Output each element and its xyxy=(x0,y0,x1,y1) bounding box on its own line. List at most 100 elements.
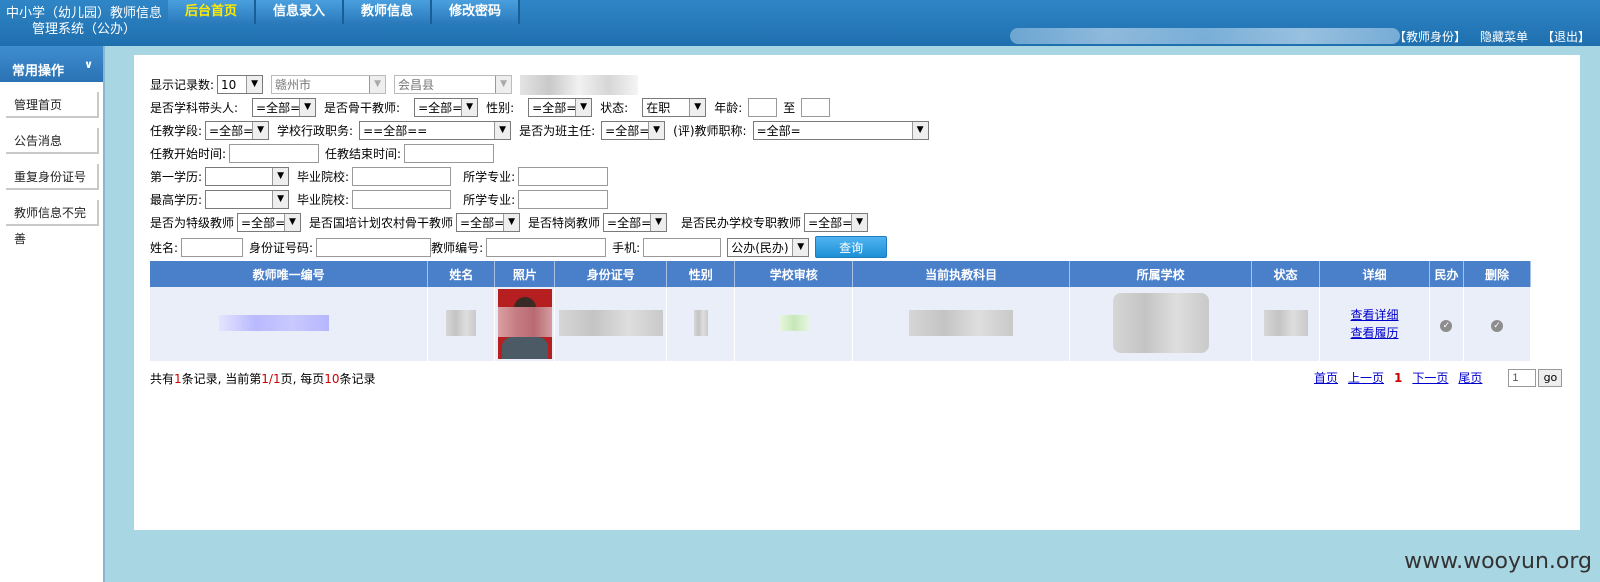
cell-school xyxy=(1069,287,1253,361)
next-page-link[interactable]: 下一页 xyxy=(1412,370,1448,386)
redacted-town-select xyxy=(520,74,639,95)
redacted-id-number xyxy=(558,309,663,336)
cell-subject xyxy=(852,287,1071,361)
first-page-link[interactable]: 首页 xyxy=(1314,370,1338,386)
gender-select[interactable]: =全部= ▼ xyxy=(528,98,593,117)
set-private-icon[interactable]: ✓ xyxy=(1440,319,1453,332)
cell-school-review xyxy=(734,287,854,361)
end-time-label: 任教结束时间: xyxy=(325,147,402,161)
teacher-identity-link[interactable]: 【教师身份】 xyxy=(1394,28,1466,45)
summary-page: 1/1 xyxy=(261,372,281,386)
app-logo: 中小学（幼儿园）教师信息 管理系统（公办） xyxy=(0,0,168,46)
stage-select[interactable]: =全部= ▼ xyxy=(205,121,270,140)
first-major-input[interactable] xyxy=(518,167,609,186)
col-subject: 当前执教科目 xyxy=(852,261,1071,287)
view-history-link[interactable]: 查看履历 xyxy=(1320,324,1429,342)
redacted-teacher-id xyxy=(218,314,329,331)
tab-home[interactable]: 后台首页 xyxy=(168,0,256,24)
special-teacher-select[interactable]: =全部= ▼ xyxy=(237,213,302,232)
show-count-select[interactable]: 10 ▼ xyxy=(217,75,264,94)
main-nav: 后台首页 信息录入 教师信息 修改密码 xyxy=(168,0,520,24)
teacher-no-input[interactable] xyxy=(486,237,607,257)
delete-icon[interactable]: ✓ xyxy=(1490,319,1503,332)
end-time-input[interactable] xyxy=(404,144,495,163)
first-major-label: 所学专业: xyxy=(463,170,516,184)
tab-change-password[interactable]: 修改密码 xyxy=(432,0,520,24)
redacted-school xyxy=(1112,292,1209,353)
sidebar-title: 常用操作 xyxy=(12,64,65,79)
headteacher-select[interactable]: =全部= ▼ xyxy=(601,121,666,140)
redacted-subject xyxy=(909,309,1014,336)
top-school-input[interactable] xyxy=(352,190,452,209)
prev-page-link[interactable]: 上一页 xyxy=(1348,370,1384,386)
admin-post-select[interactable]: ==全部== ▼ xyxy=(359,121,512,140)
private-teacher-select[interactable]: =全部= ▼ xyxy=(804,213,869,232)
age-min-input[interactable] xyxy=(748,98,778,117)
summary-total: 1 xyxy=(174,372,182,386)
col-id-number: 身份证号 xyxy=(554,261,668,287)
col-school: 所属学校 xyxy=(1069,261,1253,287)
dropdown-arrow-icon: ▼ xyxy=(272,191,289,208)
age-to-label: 至 xyxy=(783,101,796,115)
cell-delete: ✓ xyxy=(1463,287,1532,361)
teacher-photo xyxy=(497,289,552,359)
gender-label: 性别: xyxy=(486,101,515,115)
phone-input[interactable] xyxy=(643,237,722,257)
sidebar-item-notices[interactable]: 公告消息 xyxy=(6,128,99,154)
filter-form: 显示记录数: 10 ▼ 赣州市 ▼ 会昌县 ▼ 是否学科带头人: =全部= ▼ 是否骨干… xyxy=(150,73,937,260)
cell-photo xyxy=(494,287,556,361)
summary-per-page: 10 xyxy=(324,372,340,386)
special-post-select[interactable]: =全部= ▼ xyxy=(603,213,668,232)
dropdown-arrow-icon: ▼ xyxy=(792,238,809,256)
status-label: 状态: xyxy=(600,101,629,115)
sidebar-header[interactable]: 常用操作 ∨ xyxy=(0,46,103,82)
show-count-value: 10 xyxy=(221,77,237,92)
dropdown-arrow-icon: ▼ xyxy=(272,168,289,185)
logout-link[interactable]: 【退出】 xyxy=(1542,28,1590,45)
county-value: 会昌县 xyxy=(398,78,435,92)
page-jump-input[interactable] xyxy=(1508,369,1537,387)
cell-status xyxy=(1251,287,1321,361)
redacted-review-status xyxy=(778,314,809,331)
show-count-label: 显示记录数: xyxy=(150,78,215,92)
id-number-input[interactable] xyxy=(316,237,432,257)
tab-teacher-info[interactable]: 教师信息 xyxy=(344,0,432,24)
cell-gender xyxy=(666,287,736,361)
pagination: 首页 上一页 1 下一页 尾页 go xyxy=(1314,369,1563,387)
sidebar-item-incomplete-info[interactable]: 教师信息不完善 xyxy=(6,200,99,246)
leader-select[interactable]: =全部= ▼ xyxy=(252,98,317,117)
status-select[interactable]: 在职 ▼ xyxy=(642,98,707,117)
top-major-input[interactable] xyxy=(518,190,609,209)
hide-menu-link[interactable]: 隐藏菜单 xyxy=(1480,28,1528,45)
table-header-row: 教师唯一编号 姓名 照片 身份证号 性别 学校审核 当前执教科目 所属学校 状态… xyxy=(150,261,1532,287)
sidebar-item-admin-home[interactable]: 管理首页 xyxy=(6,92,99,118)
city-value: 赣州市 xyxy=(275,78,312,92)
age-max-input[interactable] xyxy=(801,98,831,117)
table-row: 查看详细 查看履历 ✓ ✓ xyxy=(150,287,1532,361)
dropdown-arrow-icon: ▼ xyxy=(252,122,269,139)
go-button[interactable]: go xyxy=(1538,369,1563,387)
select-value: =全部= xyxy=(605,124,650,138)
school-type-select[interactable]: 公办(民办) ▼ xyxy=(727,237,810,257)
sidebar-item-duplicate-id[interactable]: 重复身份证号 xyxy=(6,164,99,190)
admin-post-label: 学校行政职务: xyxy=(277,124,354,138)
last-page-link[interactable]: 尾页 xyxy=(1458,370,1482,386)
top-edu-select[interactable]: ▼ xyxy=(205,190,290,209)
private-teacher-label: 是否民办学校专职教师 xyxy=(681,216,802,230)
collapse-chevron-icon[interactable]: ∨ xyxy=(84,58,93,71)
backbone-select[interactable]: =全部= ▼ xyxy=(414,98,479,117)
headteacher-label: 是否为班主任: xyxy=(519,124,596,138)
first-school-input[interactable] xyxy=(352,167,452,186)
first-edu-select[interactable]: ▼ xyxy=(205,167,290,186)
name-input[interactable] xyxy=(181,237,244,257)
start-time-input[interactable] xyxy=(229,144,320,163)
county-select[interactable]: 会昌县 ▼ xyxy=(394,75,513,94)
view-detail-link[interactable]: 查看详细 xyxy=(1320,306,1429,324)
title-select[interactable]: =全部= ▼ xyxy=(752,121,929,140)
city-select[interactable]: 赣州市 ▼ xyxy=(271,75,387,94)
select-value: =全部= xyxy=(418,101,463,115)
tab-info-entry[interactable]: 信息录入 xyxy=(256,0,344,24)
rural-backbone-select[interactable]: =全部= ▼ xyxy=(456,213,521,232)
top-header: 中小学（幼儿园）教师信息 管理系统（公办） 后台首页 信息录入 教师信息 修改密… xyxy=(0,0,1600,46)
query-button[interactable]: 查询 xyxy=(815,236,888,258)
